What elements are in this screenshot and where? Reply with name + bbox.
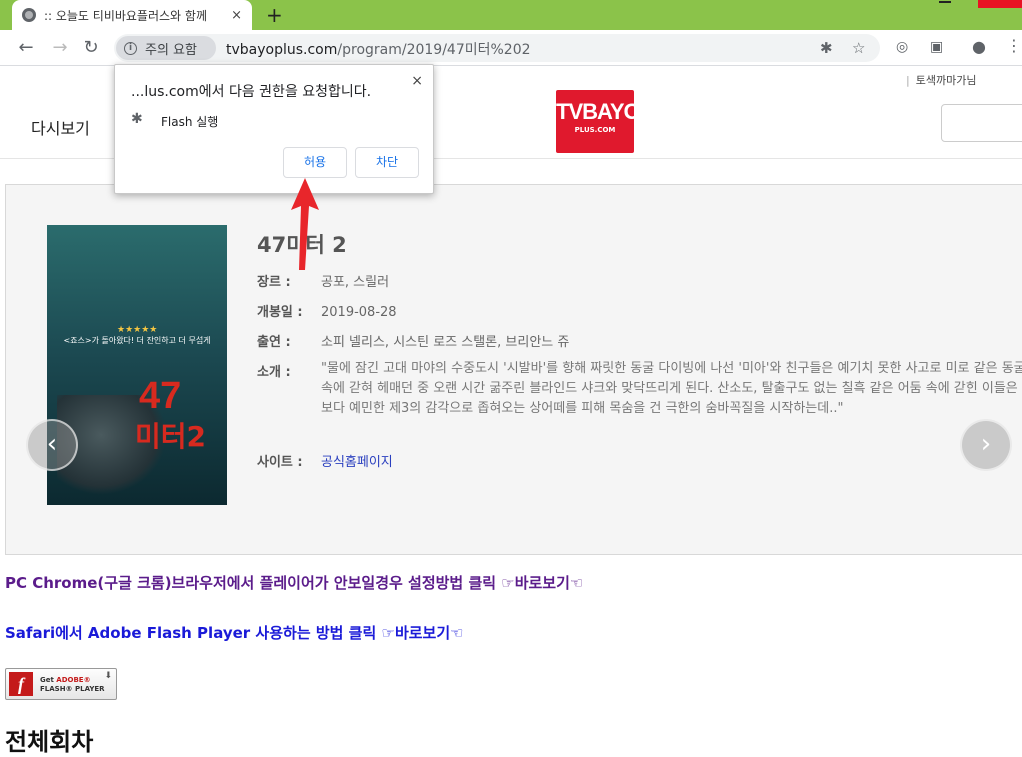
genre-value: 공포, 스릴러 [321, 275, 390, 290]
window-close-button[interactable] [978, 0, 1022, 8]
logo-subtext: PLUS.COM [574, 126, 616, 134]
browser-titlebar: :: 오늘도 티비바요플러스와 함께 × + [0, 0, 1022, 30]
browser-tab[interactable]: :: 오늘도 티비바요플러스와 함께 × [12, 0, 252, 30]
flash-badge-line2: FLASH® PLAYER [40, 685, 105, 693]
tab-close-button[interactable]: × [231, 8, 242, 23]
address-bar[interactable]: i 주의 요함 tvbayoplus.com/program/2019/47미터… [114, 34, 880, 62]
flash-permission-popup: ...lus.com에서 다음 권한을 요청합니다. × ✱ Flash 실행 … [114, 64, 434, 194]
download-arrow-icon: ⬇ [104, 671, 112, 681]
popup-close-icon[interactable]: × [411, 73, 423, 89]
url-path: /program/2019/47미터%202 [337, 42, 531, 58]
poster-tagline: <죠스>가 돌아왔다! 더 잔인하고 더 무섭게 [63, 336, 211, 345]
security-chip[interactable]: i 주의 요함 [116, 36, 216, 60]
info-row-site: 사이트 : 공식홈페이지 [257, 451, 393, 470]
site-label: 사이트 : [257, 455, 303, 470]
info-icon: i [124, 41, 137, 55]
profile-avatar-icon[interactable]: ● [972, 37, 986, 56]
genre-label: 장르 : [257, 275, 291, 290]
minimize-button[interactable] [930, 0, 960, 4]
extension-shield-icon[interactable]: ▣ [930, 39, 943, 55]
forward-arrow-icon[interactable]: → [48, 36, 72, 60]
info-row-cast: 출연 : 소피 넬리스, 시스틴 로즈 스탤론, 브리안느 쥬 [257, 331, 569, 350]
official-site-link[interactable]: 공식홈페이지 [321, 455, 393, 470]
security-label: 주의 요함 [145, 42, 197, 58]
episodes-heading: 전체회차 [5, 728, 94, 756]
movie-poster[interactable]: ★★★★★ <죠스>가 돌아왔다! 더 잔인하고 더 무섭게 47 미터2 [47, 225, 227, 505]
synopsis-label: 소개 : [257, 365, 291, 380]
tab-title: :: 오늘도 티비바요플러스와 함께 [43, 8, 207, 23]
url-text[interactable]: tvbayoplus.com/program/2019/47미터%202 [226, 39, 531, 59]
block-button[interactable]: 차단 [355, 147, 419, 178]
poster-subtitle: 미터2 [135, 420, 207, 453]
header-links: | 토색까마가님 [906, 74, 977, 87]
annotation-arrow-icon [291, 178, 319, 270]
logo-text: TVBAYO [556, 99, 641, 124]
chrome-help-link[interactable]: PC Chrome(구글 크롬)브라우저에서 플레이어가 안보일경우 설정방법 … [5, 572, 583, 593]
cast-label: 출연 : [257, 335, 291, 350]
browser-toolbar: ← → ↻ i 주의 요함 tvbayoplus.com/program/201… [0, 30, 1022, 66]
safari-help-link[interactable]: Safari에서 Adobe Flash Player 사용하는 방법 클릭 ☞… [5, 622, 464, 643]
puzzle-icon: ✱ [131, 111, 143, 127]
release-value: 2019-08-28 [321, 305, 397, 320]
flash-badge-line1: Get ADOBE® [40, 676, 91, 684]
bookmark-star-icon[interactable]: ☆ [852, 39, 865, 57]
flash-logo-icon: f [9, 672, 33, 696]
menu-kebab-icon[interactable]: ⋮ [1006, 36, 1022, 55]
new-tab-button[interactable]: + [266, 3, 283, 27]
get-flash-player-button[interactable]: f Get ADOBE® FLASH® PLAYER ⬇ [5, 668, 117, 700]
carousel-prev-button[interactable]: ‹ [26, 419, 78, 471]
release-label: 개봉일 : [257, 305, 303, 320]
nav-replay-link[interactable]: 다시보기 [31, 115, 90, 139]
carousel-next-button[interactable]: › [960, 419, 1012, 471]
poster-number: 47 [139, 375, 182, 417]
synopsis-text: "물에 잠긴 고대 마야의 수중도시 '시발바'를 향해 짜릿한 동굴 다이빙에… [321, 361, 1022, 416]
permission-message: ...lus.com에서 다음 권한을 요청합니다. [131, 84, 372, 100]
info-row-genre: 장르 : 공포, 스릴러 [257, 271, 389, 290]
permission-item: Flash 실행 [161, 115, 219, 129]
header-user-link[interactable]: 토색까마가님 [916, 74, 977, 87]
info-row-release: 개봉일 : 2019-08-28 [257, 301, 397, 320]
plugin-blocked-icon[interactable]: ✱ [820, 39, 833, 57]
back-arrow-icon[interactable]: ← [14, 36, 38, 60]
reload-icon[interactable]: ↻ [79, 36, 103, 60]
site-logo[interactable]: TVBAYO PLUS.COM [556, 90, 641, 153]
cast-value: 소피 넬리스, 시스틴 로즈 스탤론, 브리안느 쥬 [321, 335, 570, 350]
movie-detail-panel: ★★★★★ <죠스>가 돌아왔다! 더 잔인하고 더 무섭게 47 미터2 ‹ … [5, 184, 1022, 555]
info-row-synopsis: 소개 : [257, 361, 321, 380]
allow-button[interactable]: 허용 [283, 147, 347, 178]
extension-icon[interactable]: ◎ [896, 39, 908, 55]
poster-stars: ★★★★★ [117, 325, 158, 335]
site-search-input[interactable] [941, 104, 1022, 142]
globe-icon [22, 8, 36, 22]
url-host: tvbayoplus.com [226, 42, 338, 58]
